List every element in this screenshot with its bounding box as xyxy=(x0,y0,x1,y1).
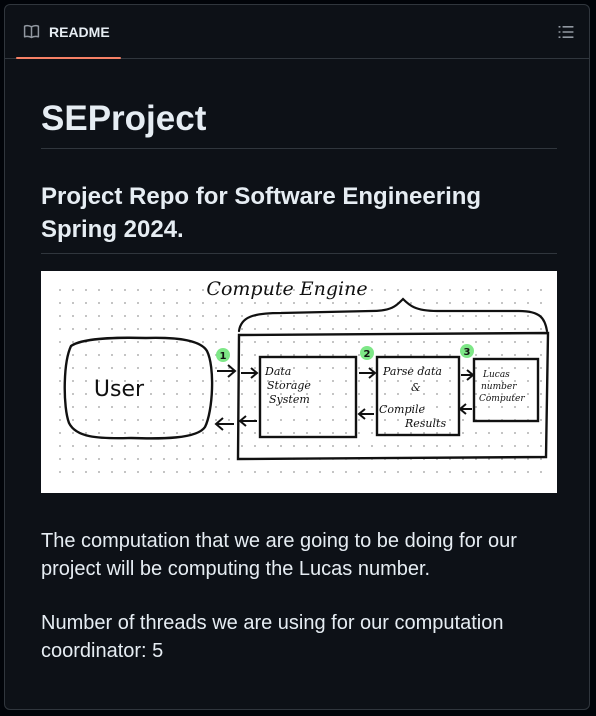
readme-title: SEProject xyxy=(41,59,557,149)
outline-button[interactable] xyxy=(555,21,577,43)
diagram-box-storage-line-2: Storage xyxy=(267,379,311,392)
readme-paragraph-computation: The computation that we are going to be … xyxy=(41,530,517,580)
architecture-diagram: Compute Engine User Data Storage System … xyxy=(41,271,557,493)
diagram-box-lucas-line-2: number xyxy=(481,382,517,392)
diagram-box-parse-line-1: Parse data xyxy=(382,365,442,378)
diagram-step-3-label: 3 xyxy=(464,347,471,358)
diagram-box-storage-line-1: Data xyxy=(264,365,291,378)
diagram-step-1-label: 1 xyxy=(220,351,227,362)
tab-readme[interactable]: README xyxy=(16,5,121,59)
diagram-box-parse-line-2: & xyxy=(411,381,421,394)
readme-content: SEProject Project Repo for Software Engi… xyxy=(41,59,557,665)
tab-readme-label: README xyxy=(49,23,110,40)
diagram-box-lucas-line-3: Computer xyxy=(479,394,525,404)
list-unordered-icon xyxy=(558,26,574,38)
readme-tabbar: README xyxy=(5,5,589,59)
diagram-user-label: User xyxy=(94,377,145,402)
readme-subtitle: Project Repo for Software Engineering Sp… xyxy=(41,180,557,254)
diagram-box-parse-line-4: Results xyxy=(404,417,446,430)
diagram-box-storage-line-3: System xyxy=(269,393,310,406)
diagram-box-parse-line-3: Compile xyxy=(379,403,426,416)
book-icon xyxy=(23,24,40,39)
readme-panel: README SEProject Project Repo for Softwa… xyxy=(4,4,590,710)
diagram-box-lucas-line-1: Lucas xyxy=(482,370,510,380)
diagram-header: Compute Engine xyxy=(206,278,367,300)
readme-paragraph-threads: Number of threads we are using for our c… xyxy=(41,612,504,662)
diagram-step-2-label: 2 xyxy=(364,349,371,360)
